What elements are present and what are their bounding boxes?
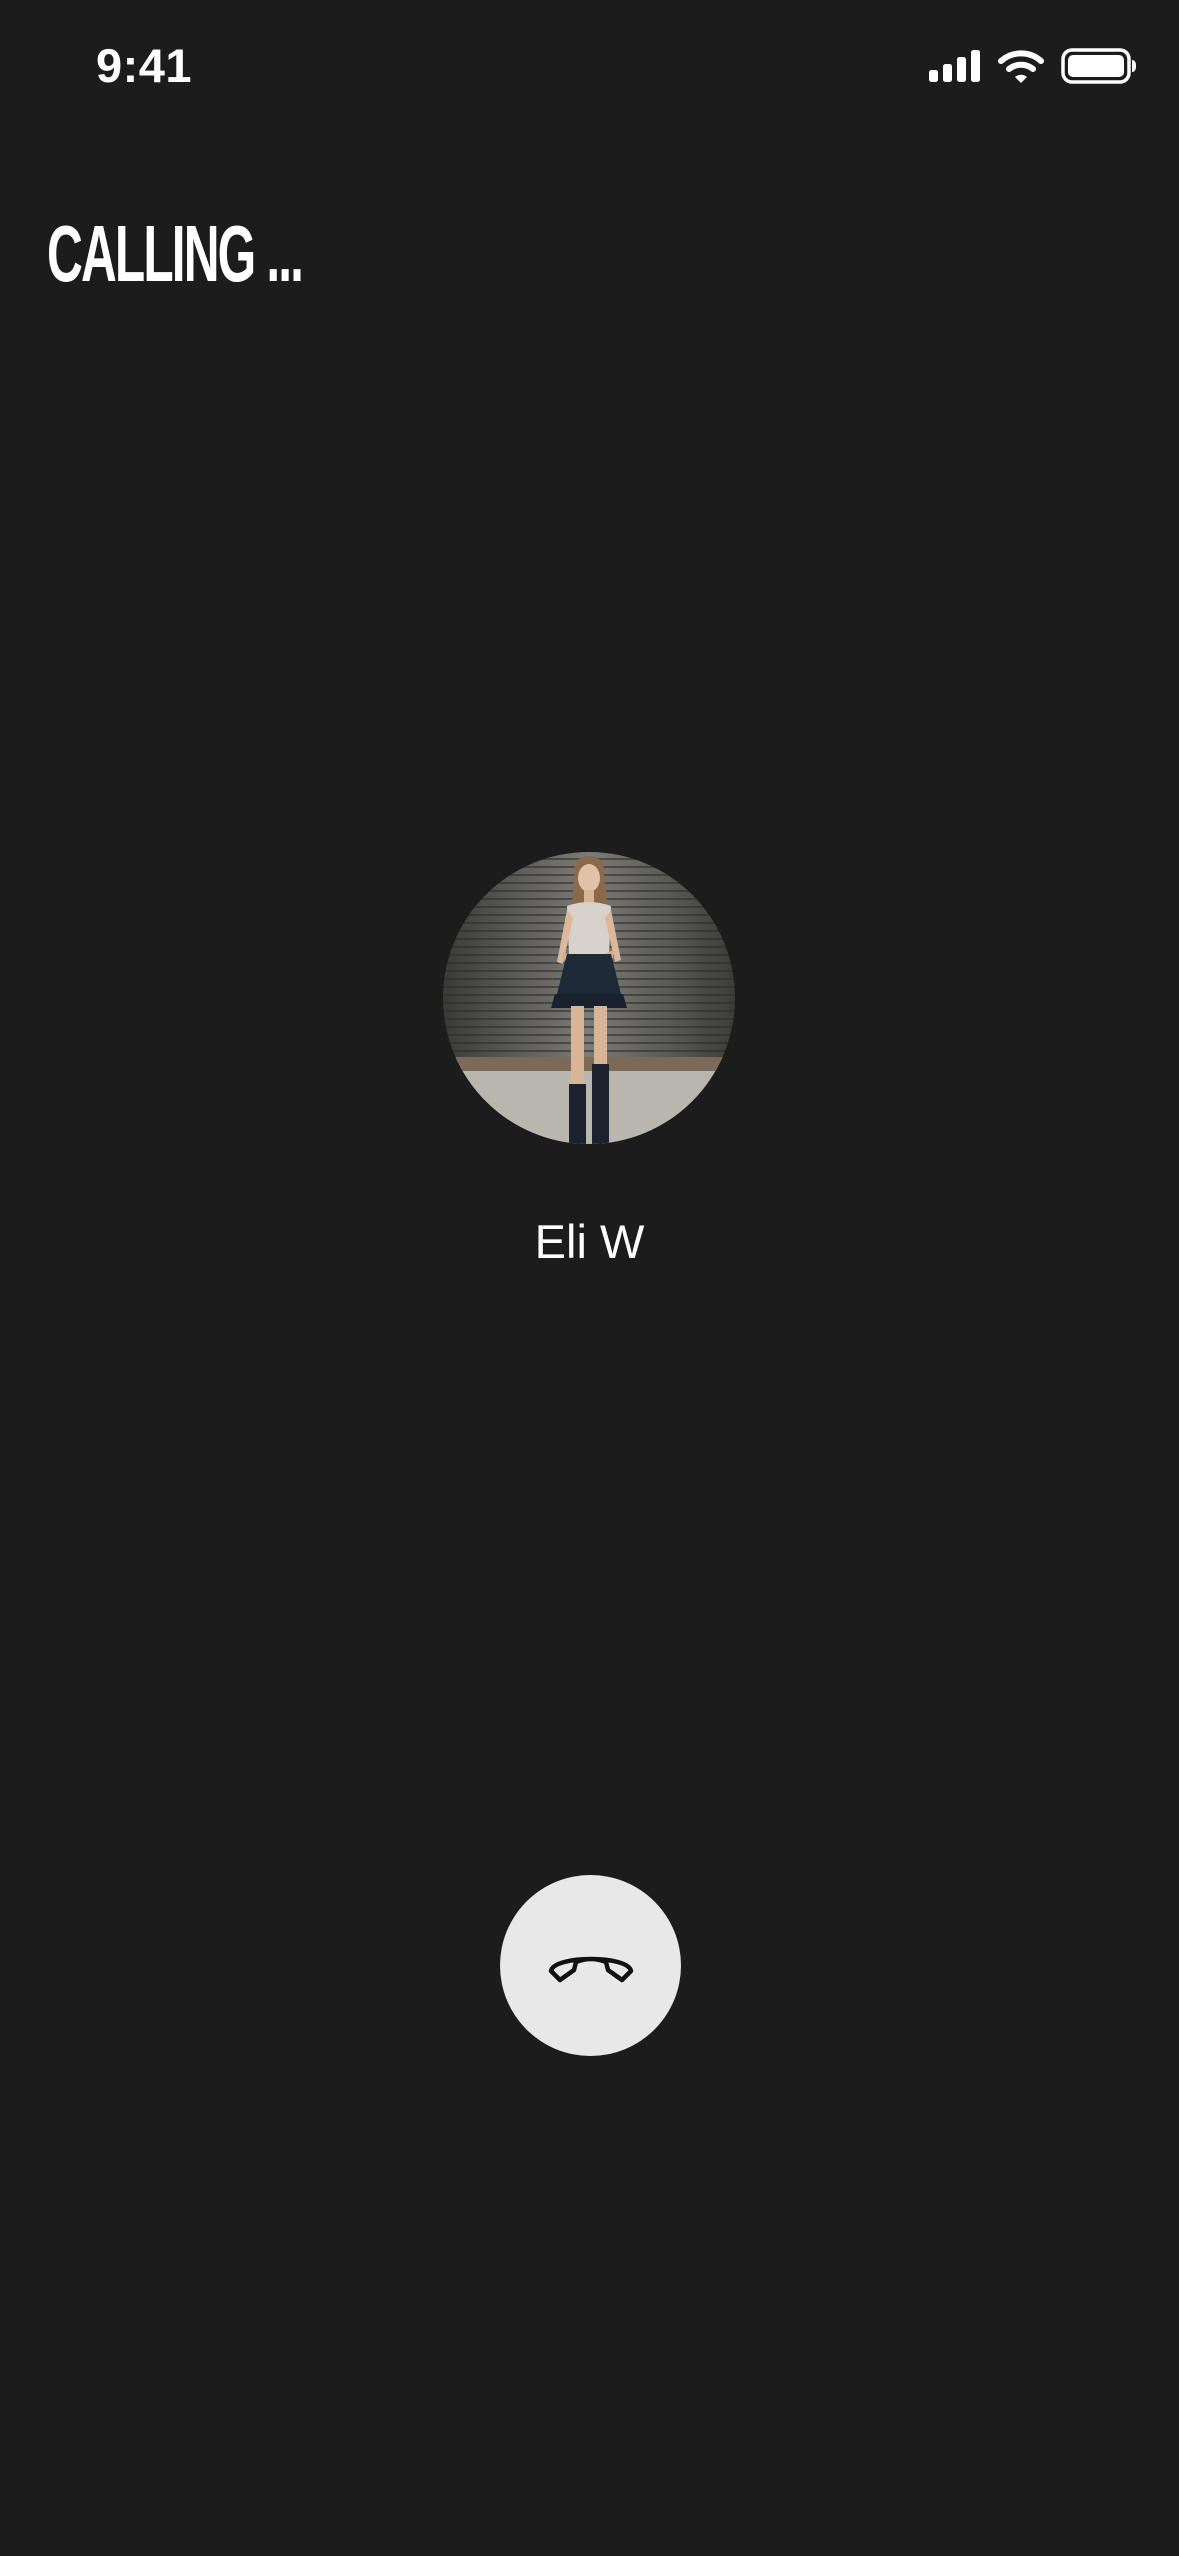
- page-title: CALLING ...: [47, 209, 304, 298]
- wifi-icon: [997, 48, 1045, 89]
- phone-hangup-icon: [546, 1943, 636, 1988]
- end-call-button[interactable]: [500, 1875, 681, 2056]
- contact-name: Eli W: [534, 1215, 645, 1268]
- avatar: [443, 852, 735, 1144]
- status-time: 9:41: [96, 39, 193, 92]
- status-icons: [929, 48, 1137, 89]
- status-bar: 9:41: [0, 0, 1179, 140]
- battery-icon: [1061, 48, 1137, 89]
- cellular-signal-icon: [929, 50, 981, 87]
